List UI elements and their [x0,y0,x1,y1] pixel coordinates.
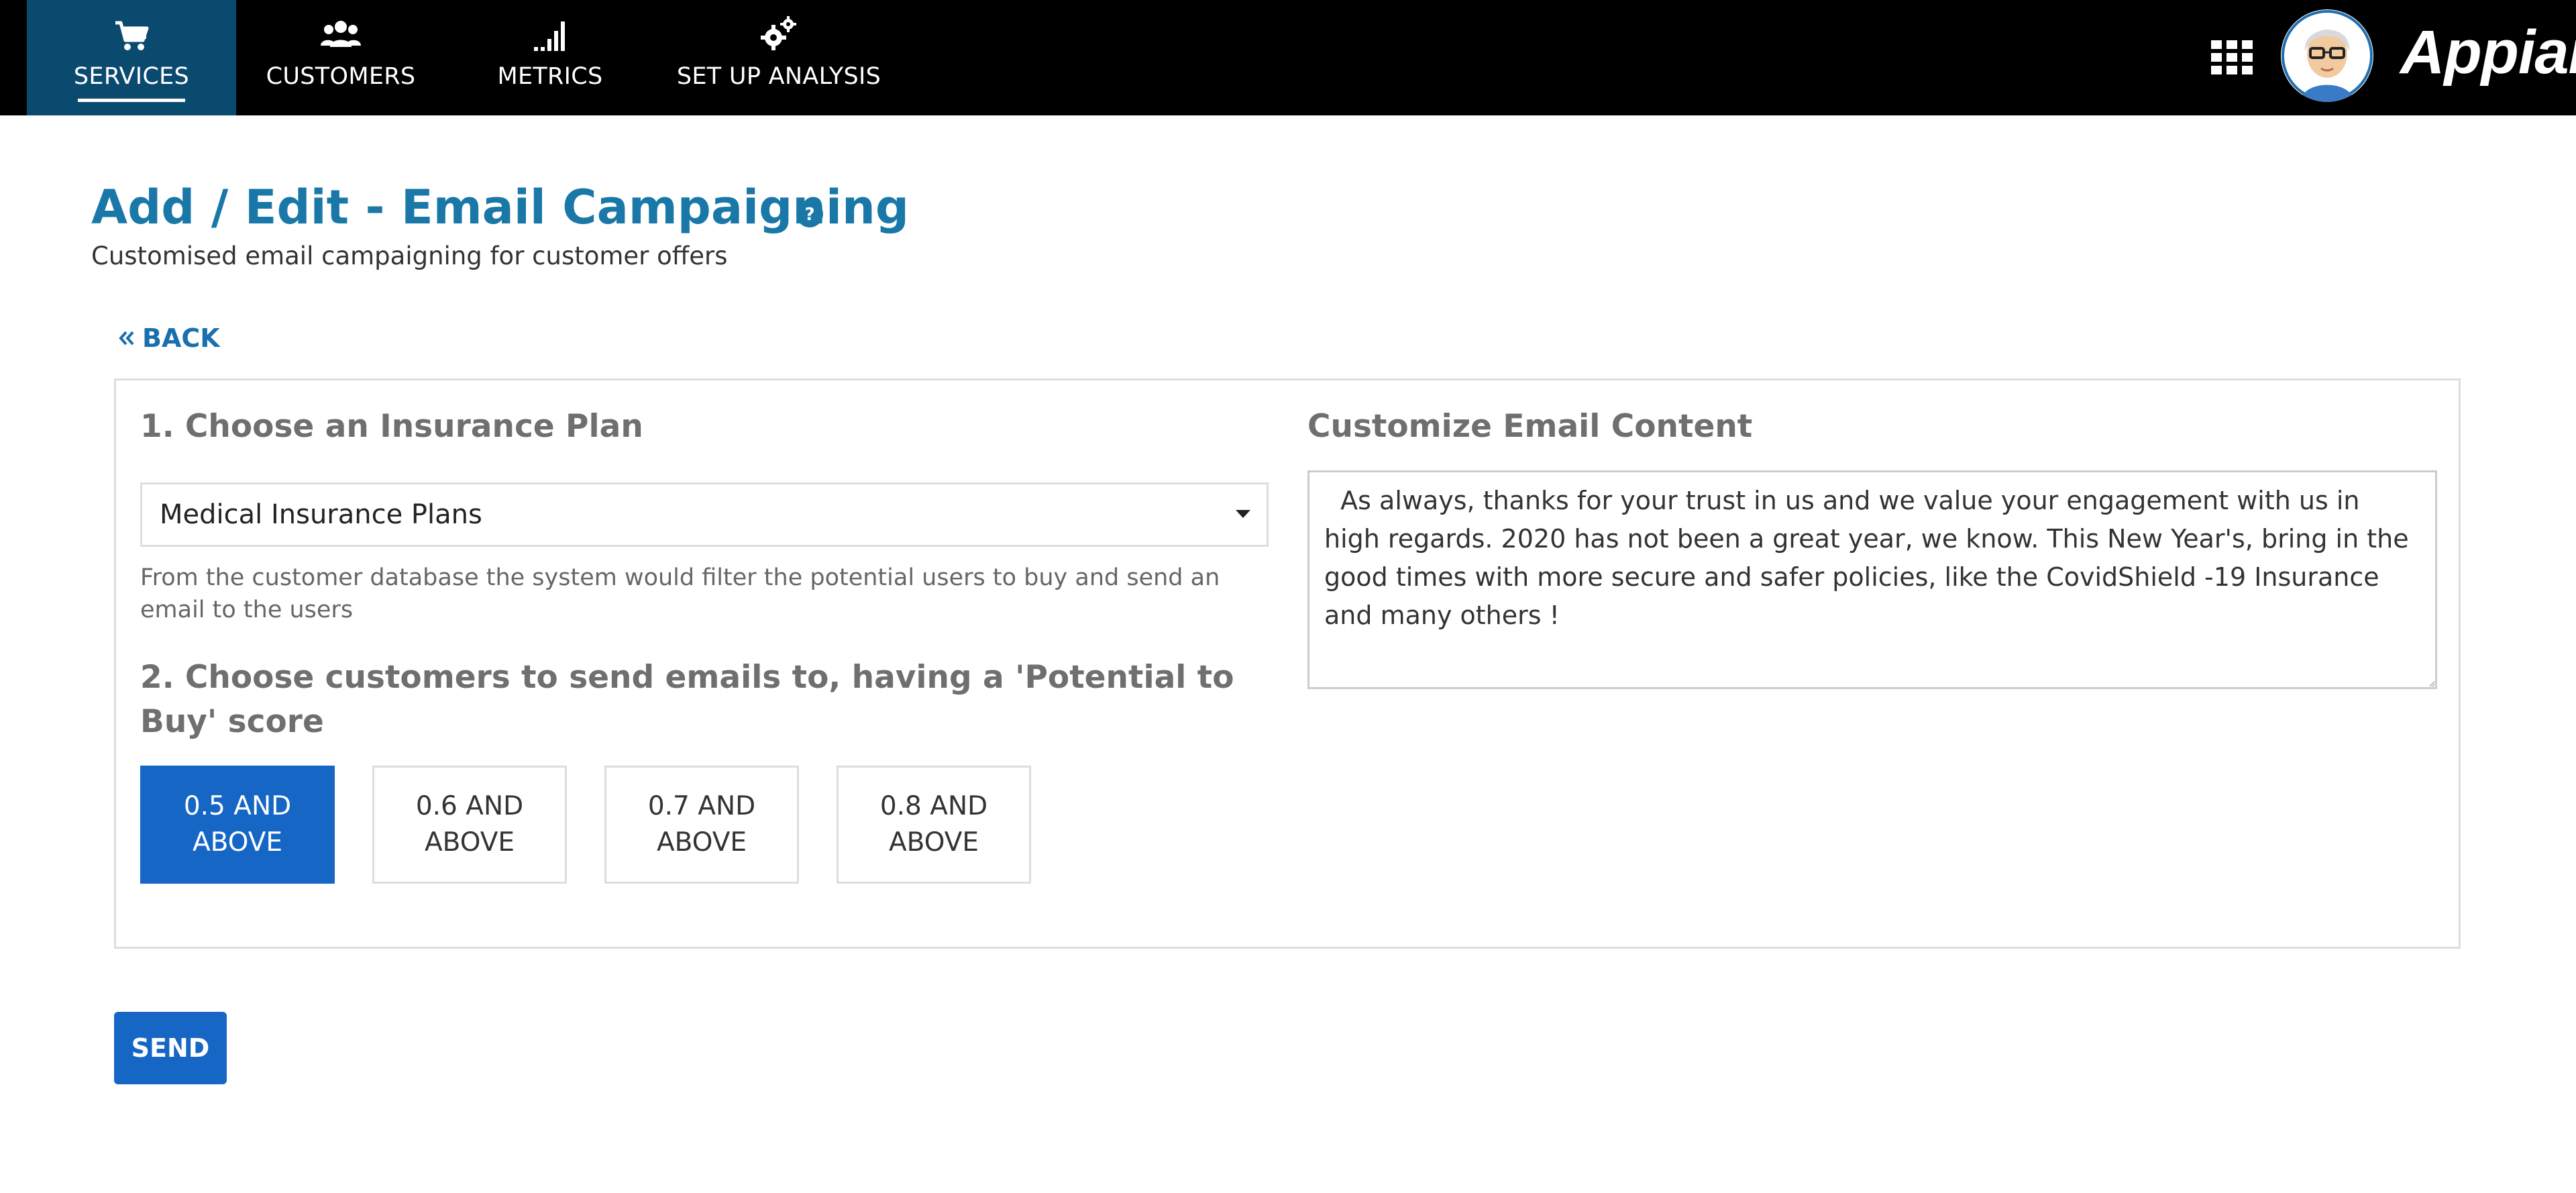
help-icon[interactable]: ? [796,200,824,228]
caret-down-icon [1236,510,1250,518]
score-option-label: 0.5 AND ABOVE [183,791,292,858]
brand-logo: Appian [2400,18,2576,87]
signal-bars-icon [534,21,565,51]
score-option-label: 0.6 AND ABOVE [415,791,524,858]
score-option-0-7[interactable]: 0.7 AND ABOVE [604,766,799,884]
tab-label: METRICS [497,63,603,90]
tab-label: SET UP ANALYSIS [676,63,881,90]
double-chevron-left-icon [119,331,134,346]
page-subtitle: Customised email campaigning for custome… [91,242,728,270]
score-section-heading: 2. Choose customers to send emails to, h… [140,659,1234,740]
insurance-plan-selected-value: Medical Insurance Plans [160,499,482,530]
tab-label: CUSTOMERS [266,63,416,90]
tab-set-up-analysis[interactable]: SET UP ANALYSIS [655,0,903,115]
gears-icon [761,16,796,50]
email-content-textarea[interactable]: As always, thanks for your trust in us a… [1307,470,2437,689]
tab-metrics[interactable]: METRICS [445,0,655,115]
user-avatar[interactable] [2281,9,2373,102]
plan-section-heading: 1. Choose an Insurance Plan [140,408,643,445]
plan-helper-text: From the customer database the system wo… [140,564,1220,623]
score-option-0-6[interactable]: 0.6 AND ABOVE [372,766,567,884]
score-option-label: 0.7 AND ABOVE [647,791,756,858]
tab-services[interactable]: SERVICES [27,0,236,115]
avatar-portrait-icon [2282,10,2373,102]
apps-grid-icon[interactable] [2211,40,2253,75]
email-section-heading: Customize Email Content [1307,408,1753,445]
campaign-form-card: 1. Choose an Insurance Plan Medical Insu… [114,378,2461,949]
back-link[interactable]: BACK [118,323,220,353]
cart-icon [115,21,149,50]
active-tab-underline [78,99,185,102]
users-icon [321,21,361,47]
send-label: SEND [131,1033,210,1063]
send-button[interactable]: SEND [114,1012,227,1084]
tab-label: SERVICES [73,63,190,90]
tab-customers[interactable]: CUSTOMERS [236,0,445,115]
top-nav-bar: SERVICES CUSTOMERS METRICS SET UP ANALYS… [0,0,2576,115]
svg-text:?: ? [804,205,814,225]
score-option-0-5[interactable]: 0.5 AND ABOVE [140,766,335,884]
back-label: BACK [142,323,220,353]
score-option-label: 0.8 AND ABOVE [879,791,988,858]
score-option-0-8[interactable]: 0.8 AND ABOVE [837,766,1031,884]
page-title: Add / Edit - Email Campaigning [91,180,909,235]
insurance-plan-select[interactable]: Medical Insurance Plans [140,482,1269,547]
